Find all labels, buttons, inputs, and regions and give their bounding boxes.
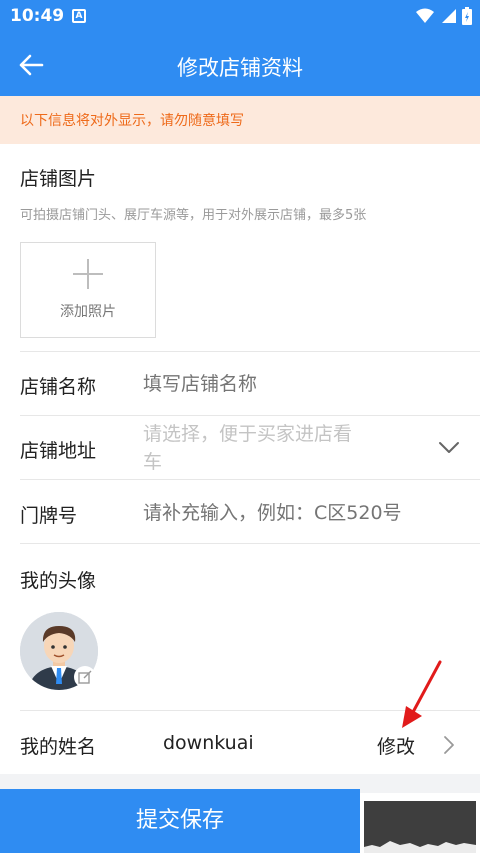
submit-save-button[interactable]: 提交保存 bbox=[0, 789, 360, 853]
divider bbox=[20, 479, 480, 480]
add-photo-button[interactable]: 添加照片 bbox=[20, 242, 156, 338]
avatar-edit-badge[interactable] bbox=[74, 666, 96, 688]
divider bbox=[20, 415, 480, 416]
store-photos-title: 店铺图片 bbox=[20, 168, 97, 190]
address-placeholder-line2: 车 bbox=[143, 451, 163, 473]
status-icons bbox=[416, 7, 472, 25]
video-thumbnail bbox=[360, 793, 480, 853]
chevron-right-icon[interactable] bbox=[441, 734, 457, 756]
address-placeholder-line1: 请选择，便于买家进店看 bbox=[143, 423, 353, 445]
wifi-icon bbox=[416, 8, 434, 23]
page-title: 修改店铺资料 bbox=[177, 56, 303, 80]
plus-icon bbox=[73, 259, 103, 289]
my-name-label: 我的姓名 bbox=[20, 736, 97, 758]
signal-icon bbox=[442, 9, 456, 23]
warning-notice: 以下信息将对外显示，请勿随意填写 bbox=[0, 96, 480, 144]
door-number-input[interactable] bbox=[143, 499, 453, 527]
add-photo-label: 添加照片 bbox=[60, 304, 116, 320]
wave-graphic bbox=[364, 841, 476, 853]
notification-a-icon: A bbox=[72, 9, 86, 23]
battery-icon bbox=[462, 7, 472, 25]
annotation-arrow-icon bbox=[402, 660, 442, 728]
avatar-title: 我的头像 bbox=[20, 570, 97, 592]
app-header: 修改店铺资料 bbox=[0, 32, 480, 96]
store-name-label: 店铺名称 bbox=[20, 376, 97, 398]
edit-name-button[interactable]: 修改 bbox=[377, 732, 415, 759]
chevron-down-icon[interactable] bbox=[438, 436, 460, 458]
store-address-select[interactable]: 请选择，便于买家进店看 车 bbox=[143, 420, 393, 476]
store-photos-desc: 可拍摄店铺门头、展厅车源等，用于对外展示店铺，最多5张 bbox=[20, 208, 367, 223]
store-address-label: 店铺地址 bbox=[20, 440, 97, 462]
status-bar: 10:49 A bbox=[0, 0, 480, 32]
divider bbox=[20, 543, 480, 544]
edit-icon bbox=[78, 670, 92, 684]
my-name-value: downkuai bbox=[163, 732, 254, 754]
store-name-input[interactable] bbox=[143, 370, 443, 398]
status-time: 10:49 bbox=[10, 6, 65, 26]
divider bbox=[20, 351, 480, 352]
thumbnail-image bbox=[364, 801, 476, 853]
door-number-label: 门牌号 bbox=[20, 505, 78, 527]
